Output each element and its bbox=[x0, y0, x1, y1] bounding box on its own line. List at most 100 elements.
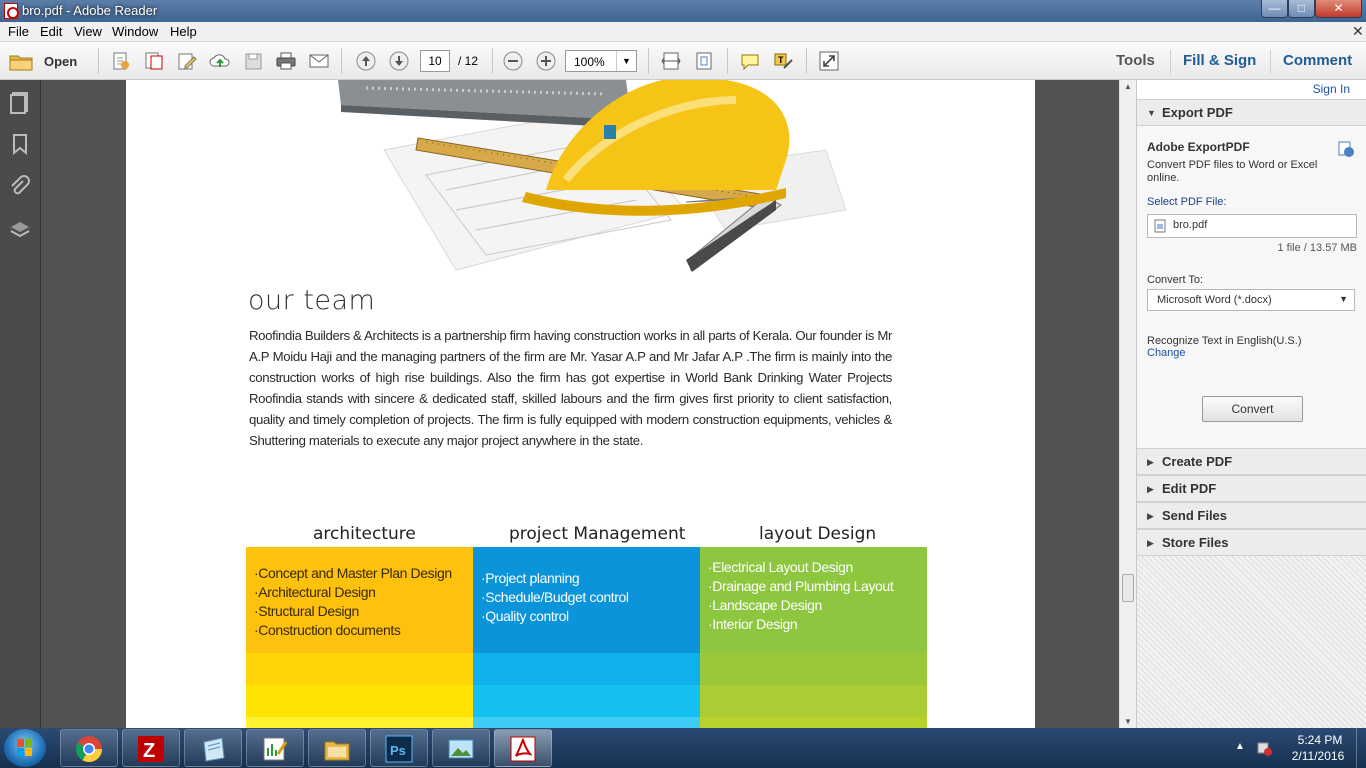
sign-in-link[interactable]: Sign In bbox=[1313, 82, 1350, 96]
attachments-icon[interactable] bbox=[8, 175, 32, 199]
folder-icon bbox=[9, 55, 33, 71]
convert-to-select[interactable]: Microsoft Word (*.docx) ▼ bbox=[1147, 289, 1355, 311]
minimize-button[interactable]: — bbox=[1261, 0, 1288, 18]
list-item: Landscape Design bbox=[708, 596, 893, 615]
change-language-link[interactable]: Change bbox=[1147, 347, 1186, 359]
create-pdf-header[interactable]: ▶ Create PDF bbox=[1137, 448, 1366, 475]
svg-text:Z: Z bbox=[143, 740, 155, 762]
highlight-text-icon[interactable]: T bbox=[772, 50, 794, 72]
taskbar-filezilla[interactable]: Z bbox=[122, 729, 180, 767]
document-view[interactable]: our team Roofindia Builders & Architects… bbox=[41, 80, 1119, 728]
scroll-down-icon[interactable]: ▼ bbox=[1124, 717, 1132, 726]
start-button[interactable] bbox=[4, 729, 46, 767]
taskbar-file-explorer[interactable] bbox=[308, 729, 366, 767]
taskbar-chart-editor[interactable] bbox=[246, 729, 304, 767]
windows-taskbar: Z Ps ▲ 5:24 PM 2/11/2016 bbox=[0, 728, 1366, 768]
layout-design-list: Electrical Layout Design Drainage and Pl… bbox=[708, 558, 893, 634]
recognize-text-label: Recognize Text in English(U.S.) bbox=[1147, 335, 1302, 347]
pdf-file-icon bbox=[1154, 219, 1166, 233]
network-status-icon[interactable] bbox=[1256, 739, 1274, 757]
taskbar-adobe-reader[interactable] bbox=[494, 729, 552, 767]
close-window-button[interactable]: ✕ bbox=[1315, 0, 1362, 18]
full-screen-icon[interactable] bbox=[818, 50, 840, 72]
pdf-page: our team Roofindia Builders & Architects… bbox=[126, 80, 1035, 728]
taskbar-notepad[interactable] bbox=[184, 729, 242, 767]
send-files-header[interactable]: ▶ Send Files bbox=[1137, 502, 1366, 529]
save-icon[interactable] bbox=[242, 50, 264, 72]
export-pdf-panel: Adobe ExportPDF Convert PDF files to Wor… bbox=[1137, 126, 1366, 456]
create-pdf-icon[interactable] bbox=[110, 50, 132, 72]
comment-pane-link[interactable]: Comment bbox=[1283, 52, 1352, 69]
notepad-icon bbox=[203, 737, 225, 762]
print-icon[interactable] bbox=[275, 50, 297, 72]
chrome-icon bbox=[75, 736, 103, 763]
close-document-icon[interactable]: ✕ bbox=[1352, 23, 1364, 40]
menu-window[interactable]: Window bbox=[112, 24, 158, 39]
next-page-icon[interactable] bbox=[388, 50, 410, 72]
svg-text:T: T bbox=[778, 55, 784, 65]
photo-viewer-icon bbox=[448, 739, 474, 759]
fit-page-icon[interactable] bbox=[693, 50, 715, 72]
tools-pane: Sign In ▼ Export PDF Adobe ExportPDF Con… bbox=[1136, 80, 1366, 728]
export-description: Convert PDF files to Word or Excel onlin… bbox=[1147, 159, 1318, 184]
clock-date[interactable]: 2/11/2016 bbox=[1288, 749, 1348, 763]
edit-document-icon[interactable] bbox=[176, 50, 198, 72]
taskbar-photo-viewer[interactable] bbox=[432, 729, 490, 767]
store-files-header[interactable]: ▶ Store Files bbox=[1137, 529, 1366, 556]
zoom-in-icon[interactable] bbox=[535, 50, 557, 72]
tools-pane-link[interactable]: Tools bbox=[1116, 52, 1155, 69]
menu-file[interactable]: File bbox=[8, 24, 29, 39]
clock-time[interactable]: 5:24 PM bbox=[1292, 733, 1348, 747]
architecture-list: Concept and Master Plan Design Architect… bbox=[254, 564, 452, 640]
vertical-scrollbar[interactable]: ▲ ▼ bbox=[1119, 80, 1136, 728]
taskbar-chrome[interactable] bbox=[60, 729, 118, 767]
collapsed-triangle-icon: ▶ bbox=[1147, 511, 1154, 521]
list-item: Project planning bbox=[481, 569, 629, 588]
page-number-input[interactable]: 10 bbox=[420, 50, 450, 72]
open-button[interactable]: Open bbox=[8, 50, 77, 72]
combine-files-icon[interactable] bbox=[143, 50, 165, 72]
layers-icon[interactable] bbox=[8, 218, 32, 242]
pdf-app-icon bbox=[4, 3, 19, 19]
export-pdf-header[interactable]: ▼ Export PDF bbox=[1137, 99, 1366, 126]
menu-help[interactable]: Help bbox=[170, 24, 197, 39]
fill-sign-pane-link[interactable]: Fill & Sign bbox=[1183, 52, 1256, 69]
list-item: Electrical Layout Design bbox=[708, 558, 893, 577]
cloud-upload-icon[interactable] bbox=[209, 50, 231, 72]
zoom-level-select[interactable]: 100% ▼ bbox=[565, 50, 637, 72]
show-desktop-button[interactable] bbox=[1356, 728, 1366, 768]
export-service-icon bbox=[1338, 141, 1354, 157]
convert-to-value: Microsoft Word (*.docx) bbox=[1157, 294, 1272, 306]
zoom-value: 100% bbox=[574, 55, 605, 69]
svg-text:Ps: Ps bbox=[390, 743, 406, 758]
list-item: Schedule/Budget control bbox=[481, 588, 629, 607]
architecture-column: Concept and Master Plan Design Architect… bbox=[246, 547, 473, 728]
project-management-list: Project planning Schedule/Budget control… bbox=[481, 569, 629, 626]
selected-file-box[interactable]: bro.pdf bbox=[1147, 214, 1357, 238]
scroll-up-icon[interactable]: ▲ bbox=[1124, 82, 1132, 91]
column-heading-layout-design: layout Design bbox=[759, 524, 877, 544]
section-heading: our team bbox=[248, 285, 376, 316]
sticky-note-icon[interactable] bbox=[739, 50, 761, 72]
photoshop-icon: Ps bbox=[385, 735, 413, 763]
menu-view[interactable]: View bbox=[74, 24, 102, 39]
bookmarks-icon[interactable] bbox=[8, 132, 32, 156]
scroll-thumb[interactable] bbox=[1122, 574, 1134, 602]
email-icon[interactable] bbox=[308, 50, 330, 72]
menu-edit[interactable]: Edit bbox=[40, 24, 62, 39]
navigation-panel bbox=[0, 80, 41, 728]
tray-expand-icon[interactable]: ▲ bbox=[1235, 741, 1245, 752]
team-description: Roofindia Builders & Architects is a par… bbox=[249, 328, 892, 448]
maximize-button[interactable]: □ bbox=[1288, 0, 1315, 18]
taskbar-photoshop[interactable]: Ps bbox=[370, 729, 428, 767]
convert-button[interactable]: Convert bbox=[1202, 396, 1303, 422]
previous-page-icon[interactable] bbox=[355, 50, 377, 72]
zoom-out-icon[interactable] bbox=[502, 50, 524, 72]
select-file-label: Select PDF File: bbox=[1147, 196, 1227, 208]
edit-pdf-header[interactable]: ▶ Edit PDF bbox=[1137, 475, 1366, 502]
chevron-down-icon[interactable]: ▼ bbox=[616, 51, 636, 71]
fit-width-icon[interactable] bbox=[660, 50, 682, 72]
list-item: Quality control bbox=[481, 607, 629, 626]
page-thumbnails-icon[interactable] bbox=[8, 90, 32, 114]
collapsed-triangle-icon: ▶ bbox=[1147, 538, 1154, 548]
